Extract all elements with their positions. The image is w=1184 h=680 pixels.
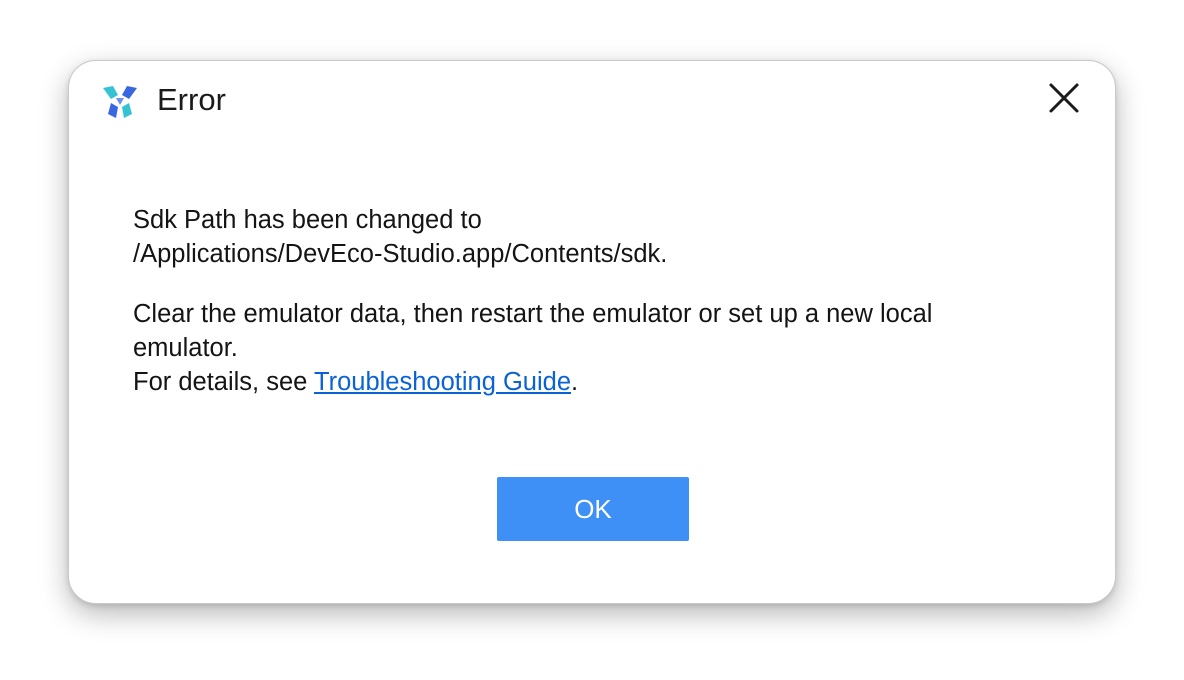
troubleshooting-guide-link[interactable]: Troubleshooting Guide xyxy=(314,368,571,396)
dialog-title: Error xyxy=(157,82,226,117)
message-line-sdk-location: /Applications/DevEco-Studio.app/Contents… xyxy=(133,240,668,268)
error-dialog: Error Sdk Path has been changed to /Appl… xyxy=(68,60,1116,604)
message-line-details: For details, see Troubleshooting Guide. xyxy=(133,365,1073,399)
deveco-studio-logo-icon xyxy=(103,86,137,118)
message-line-sdk-path: Sdk Path has been changed to xyxy=(133,206,482,234)
ok-button[interactable]: OK xyxy=(497,477,689,541)
close-icon[interactable] xyxy=(1043,77,1085,119)
message-line-clear-data: Clear the emulator data, then restart th… xyxy=(133,300,933,328)
details-prefix: For details, see xyxy=(133,368,314,396)
error-message: Sdk Path has been changed to /Applicatio… xyxy=(133,203,1073,399)
details-suffix: . xyxy=(571,368,579,396)
message-line-emulator: emulator. xyxy=(133,334,238,362)
